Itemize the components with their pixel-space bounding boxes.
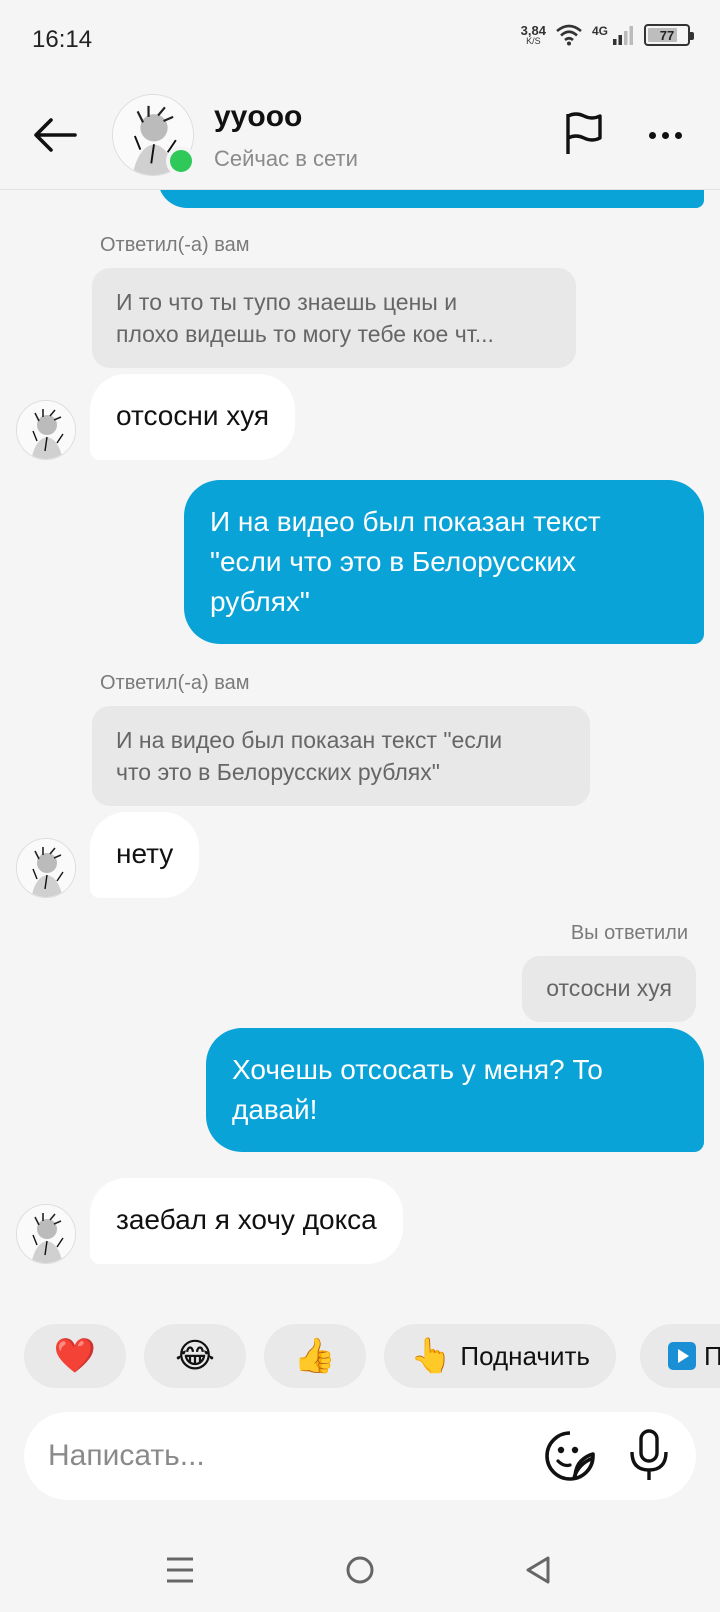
back-nav-button[interactable]: [508, 1540, 568, 1600]
reply-quote-line: И на видео был показан текст "если: [116, 727, 503, 753]
avatar-drawing-icon: [17, 401, 75, 459]
back-button[interactable]: [30, 110, 80, 160]
message-text-line: И на видео был показан текст: [210, 506, 601, 537]
contact-avatar[interactable]: [16, 1204, 76, 1264]
reply-label: Ответил(-а) вам: [100, 234, 250, 256]
message-text: отсосни хуя: [116, 400, 270, 431]
message-incoming[interactable]: заебал я хочу докса: [90, 1178, 403, 1264]
reply-label: Ответил(-а) вам: [100, 672, 250, 694]
contact-status: Сейчас в сети: [214, 146, 358, 171]
chat-messages[interactable]: Ответил(-а) вам И то что ты тупо знаешь …: [0, 0, 720, 1320]
message-text-line: "если что это в Белорусских: [210, 546, 576, 577]
contact-avatar[interactable]: [16, 838, 76, 898]
reaction-tease[interactable]: 👆 Подначить: [384, 1324, 616, 1388]
reaction-thumbs-up[interactable]: 👍: [264, 1324, 366, 1388]
more-dot: [648, 131, 656, 139]
online-status-dot: [166, 146, 196, 176]
message-text: заебал я хочу докса: [116, 1204, 377, 1235]
avatar-drawing-icon: [17, 1205, 75, 1263]
quick-reactions-bar[interactable]: ❤️ 😂 👍 👆 Подначить П: [24, 1324, 720, 1388]
message-text-line: давай!: [232, 1094, 318, 1125]
reaction-video[interactable]: П: [640, 1324, 720, 1388]
reply-quote[interactable]: И то что ты тупо знаешь цены и плохо вид…: [92, 268, 576, 368]
menu-lines-icon: [167, 1557, 193, 1583]
sticker-button[interactable]: [544, 1430, 598, 1484]
microphone-icon: [630, 1429, 668, 1480]
own-reply-label: Вы ответили: [570, 922, 688, 944]
triangle-back-icon: [526, 1556, 550, 1584]
own-reply-quote[interactable]: отсосни хуя: [522, 956, 696, 1022]
flag-icon: [566, 112, 602, 154]
message-outgoing[interactable]: И на видео был показан текст "если что э…: [184, 480, 704, 644]
thumbs-up-emoji-icon: 👍: [293, 1337, 337, 1375]
reaction-tears-of-joy[interactable]: 😂: [144, 1324, 246, 1388]
chat-header: yyooo Сейчас в сети: [0, 80, 720, 190]
play-icon: [668, 1342, 696, 1370]
home-circle-icon: [346, 1556, 374, 1584]
avatar-drawing-icon: [17, 839, 75, 897]
more-dot: [661, 131, 669, 139]
message-input[interactable]: [48, 1412, 548, 1500]
reaction-video-label: П: [704, 1340, 720, 1371]
reply-quote-line: И то что ты тупо знаешь цены и: [116, 289, 458, 315]
reply-quote-text: отсосни хуя: [546, 975, 672, 1001]
reaction-heart[interactable]: ❤️: [24, 1324, 126, 1388]
more-options-button[interactable]: [640, 110, 690, 160]
message-incoming[interactable]: отсосни хуя: [90, 374, 296, 460]
pointing-hand-emoji-icon: 👆: [410, 1337, 453, 1375]
system-navigation-bar: [0, 1530, 720, 1612]
message-outgoing[interactable]: Хочешь отсосать у меня? То давай!: [206, 1028, 704, 1152]
reply-quote-line: что это в Белорусских рублях": [116, 759, 440, 785]
sticker-face-icon: [545, 1431, 595, 1481]
contact-avatar[interactable]: [16, 400, 76, 460]
message-incoming[interactable]: нету: [90, 812, 200, 898]
reply-quote-line: плохо видешь то могу тебе кое чт...: [116, 321, 494, 347]
message-text-line: рублях": [210, 586, 310, 617]
arrow-left-icon: [34, 118, 77, 152]
message-text-line: Хочешь отсосать у меня? То: [232, 1054, 603, 1085]
recent-apps-button[interactable]: [150, 1540, 210, 1600]
reply-quote[interactable]: И на видео был показан текст "если что э…: [92, 706, 590, 806]
home-button[interactable]: [330, 1540, 390, 1600]
voice-message-button[interactable]: [626, 1428, 680, 1484]
heart-emoji-icon: ❤️: [53, 1337, 97, 1375]
reaction-tease-label: Подначить: [460, 1340, 590, 1371]
contact-name[interactable]: yyooo: [214, 100, 302, 134]
more-dot: [674, 131, 682, 139]
tears-of-joy-emoji-icon: 😂: [175, 1337, 215, 1375]
message-composer: [24, 1412, 696, 1500]
message-text: нету: [116, 838, 174, 869]
report-button[interactable]: [560, 110, 610, 160]
